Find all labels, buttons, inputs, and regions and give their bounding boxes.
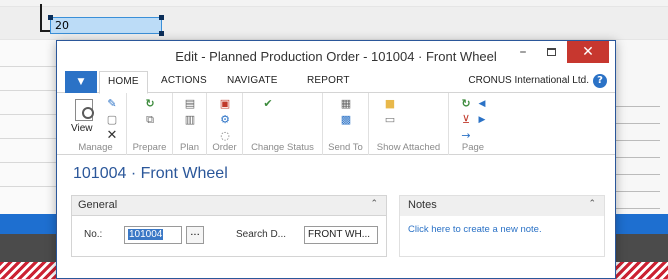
plan-sheet-icon[interactable]: ▤ [183,97,197,111]
selected-cell-value: 20 [55,19,69,32]
ribbon-group-show-attached: ■ ▭ Show Attached [369,93,449,155]
ribbon-group-label: Change Status [251,142,314,153]
search-description-input[interactable]: FRONT WH... [304,226,378,244]
notes-factbox-title: Notes [408,199,437,211]
notes-factbox-header[interactable]: Notes ⌃ [400,196,604,216]
ribbon-group-page: ↻ ◀ ⊻ ▶ → Page [449,93,497,155]
background-hatch-right [612,262,668,279]
new-document-icon[interactable]: ▢ [105,113,119,127]
tab-navigate[interactable]: NAVIGATE [227,75,278,86]
ribbon-group-manage: View ✎ ▢ ✕ Manage [65,93,127,155]
ribbon-group-plan: ▤ ▥ Plan [173,93,207,155]
ribbon: View ✎ ▢ ✕ Manage ↻ ⧉ Prepare ▤ ▥ Plan ▣… [57,93,615,155]
ribbon-group-prepare: ↻ ⧉ Prepare [127,93,173,155]
resize-handle-icon[interactable] [159,15,164,20]
view-button-label[interactable]: View [71,123,93,134]
ribbon-tab-bar: ▼ HOME ACTIONS NAVIGATE REPORT CRONUS In… [57,71,615,94]
tab-home[interactable]: HOME [99,71,148,94]
notes-factbox: Notes ⌃ Click here to create a new note. [399,195,605,257]
background-row-line [0,138,56,139]
background-row-line [0,66,56,67]
resize-handle-icon[interactable] [159,31,164,36]
background-hatch-left [0,262,56,279]
dialog-titlebar[interactable]: Edit - Planned Production Order - 101004… [57,41,615,71]
background-row-line [0,90,56,91]
copy-document-icon[interactable]: ⧉ [143,113,157,127]
minimize-button[interactable]: – [509,41,537,63]
close-button[interactable]: ✕ [567,41,609,63]
no-field-input[interactable]: 101004 [124,226,182,244]
tab-report[interactable]: REPORT [307,75,350,86]
resize-handle-icon[interactable] [48,15,53,20]
edit-pencil-icon[interactable]: ✎ [105,97,119,111]
create-note-link[interactable]: Click here to create a new note. [408,224,542,235]
general-fasttab-header[interactable]: General ⌃ [72,196,386,216]
clear-filter-icon[interactable]: ⊻ [459,113,473,127]
company-name[interactable]: CRONUS International Ltd. [468,75,589,86]
no-field-label: No.: [84,229,103,240]
links-attached-icon[interactable]: ▭ [383,113,397,127]
order-tree-icon[interactable]: ⚙ [218,113,232,127]
ribbon-group-change-status: ✔ Change Status [243,93,323,155]
ribbon-group-label: Send To [328,142,363,153]
record-title: 101004 · Front Wheel [73,165,228,182]
comment-icon[interactable]: ◌ [218,129,232,143]
ribbon-group-label: Page [461,142,485,153]
edit-dialog: Edit - Planned Production Order - 101004… [56,40,616,279]
send-to-excel-icon[interactable]: ▩ [339,113,353,127]
ribbon-group-order: ▣ ⚙ ◌ Order [207,93,243,155]
help-icon[interactable]: ? [593,74,607,88]
application-menu-button[interactable]: ▼ [65,71,97,93]
maximize-button[interactable] [537,41,565,63]
background-row-line [0,186,56,187]
ribbon-group-label: Manage [78,142,113,153]
chevron-up-icon[interactable]: ⌃ [370,199,378,209]
previous-record-icon[interactable]: ◀ [475,97,489,111]
tab-actions[interactable]: ACTIONS [161,75,207,86]
maximize-icon [546,48,556,56]
ribbon-group-label: Order [212,142,237,153]
ribbon-group-send-to: ▦ ▩ Send To [323,93,369,155]
ribbon-group-label: Prepare [132,142,167,153]
send-to-icon[interactable]: ▦ [339,97,353,111]
chevron-up-icon[interactable]: ⌃ [588,199,596,209]
search-description-label: Search D... [236,229,287,240]
plan-list-icon[interactable]: ▥ [183,113,197,127]
notes-attached-icon[interactable]: ■ [383,97,397,111]
next-record-icon[interactable]: ▶ [475,113,489,127]
change-status-icon[interactable]: ✔ [261,97,275,111]
assist-edit-button[interactable]: ... [186,226,204,244]
ribbon-group-label: Plan [179,142,199,153]
go-to-icon[interactable]: → [459,129,473,143]
page-refresh-icon[interactable]: ↻ [459,97,473,111]
general-fasttab: General ⌃ No.: 101004 ... Search D... FR… [71,195,387,257]
general-fasttab-title: General [78,199,118,211]
delete-icon[interactable]: ✕ [105,129,119,143]
no-field-value: 101004 [128,229,164,240]
ribbon-group-label: Show Attached [376,142,441,153]
order-document-icon[interactable]: ▣ [218,97,232,111]
background-row-line [0,114,56,115]
view-icon[interactable] [75,99,94,121]
refresh-icon[interactable]: ↻ [143,97,157,111]
selected-cell[interactable]: 20 [48,15,164,36]
background-row-line [0,162,56,163]
